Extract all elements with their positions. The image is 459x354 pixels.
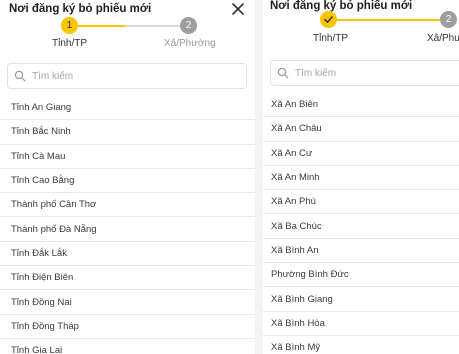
list-item[interactable]: Tỉnh Đắk Lắk bbox=[0, 242, 255, 267]
list-item[interactable]: Thành phố Đà Nẵng bbox=[0, 217, 255, 242]
list-item[interactable]: Tỉnh Cao Bằng bbox=[0, 169, 255, 194]
search-input[interactable] bbox=[32, 70, 246, 82]
list-item[interactable]: Xã Bình An bbox=[263, 239, 459, 264]
list-item[interactable]: Xã An Cư bbox=[263, 142, 459, 166]
step-2-circle[interactable]: 2 bbox=[180, 17, 197, 34]
close-button[interactable] bbox=[230, 1, 246, 17]
list-item[interactable]: Xã An Minh bbox=[263, 166, 459, 191]
list-item[interactable]: Tỉnh Gia Lai bbox=[0, 339, 255, 354]
modal-title: Nơi đăng ký bỏ phiếu mới bbox=[9, 3, 152, 15]
list-item[interactable]: Xã Bình Mỹ bbox=[263, 336, 459, 354]
ward-list: Xã An Biên Xã An Châu Xã An Cư Xã An Min… bbox=[263, 93, 459, 354]
list-item[interactable]: Tỉnh Đồng Tháp bbox=[0, 315, 255, 339]
modal-title: Nơi đăng ký bỏ phiếu mới bbox=[270, 0, 413, 12]
step-2-label: Xã/Phường bbox=[164, 38, 216, 49]
stepper-line-progress bbox=[387, 19, 440, 21]
province-list: Tỉnh An Giang Tỉnh Bắc Ninh Tỉnh Cà Mau … bbox=[0, 96, 255, 354]
step-1-label: Tỉnh/TP bbox=[313, 33, 349, 44]
screenshot-composite: Nơi đăng ký bỏ phiếu mới 1 2 Tỉnh/TP Xã/… bbox=[0, 0, 459, 354]
search-input[interactable] bbox=[295, 67, 459, 79]
list-item[interactable]: Xã An Biên bbox=[263, 93, 459, 118]
search-field[interactable] bbox=[270, 60, 459, 86]
search-field[interactable] bbox=[7, 63, 247, 89]
list-item[interactable]: Tỉnh An Giang bbox=[0, 96, 255, 121]
list-item[interactable]: Phường Bình Đức bbox=[263, 263, 459, 288]
list-item[interactable]: Xã Bình Hòa bbox=[263, 312, 459, 336]
list-item[interactable]: Xã An Phú bbox=[263, 190, 459, 215]
list-item[interactable]: Thành phố Cần Thơ bbox=[0, 193, 255, 218]
step-2-label: Xã/Phường bbox=[427, 33, 459, 44]
check-icon bbox=[324, 16, 333, 23]
list-item[interactable]: Tỉnh Đồng Nai bbox=[0, 290, 255, 315]
stepper-line bbox=[125, 25, 181, 27]
list-item[interactable]: Xã Bình Giang bbox=[263, 287, 459, 312]
close-icon bbox=[232, 3, 244, 15]
step-1-label: Tỉnh/TP bbox=[52, 38, 88, 49]
list-item[interactable]: Tỉnh Bắc Ninh bbox=[0, 120, 255, 145]
search-icon bbox=[14, 70, 26, 82]
list-item[interactable]: Tỉnh Điện Biên bbox=[0, 266, 255, 291]
list-item[interactable]: Xã Ba Chúc bbox=[263, 214, 459, 239]
list-item[interactable]: Xã An Châu bbox=[263, 117, 459, 142]
list-item[interactable]: Tỉnh Cà Mau bbox=[0, 145, 255, 169]
step-2-circle[interactable]: 2 bbox=[440, 11, 457, 28]
province-select-panel: Nơi đăng ký bỏ phiếu mới 1 2 Tỉnh/TP Xã/… bbox=[0, 0, 255, 354]
step-1-circle[interactable]: 1 bbox=[61, 17, 78, 34]
panel-separator bbox=[255, 0, 263, 354]
ward-select-panel: Nơi đăng ký bỏ phiếu mới 2 Tỉnh/TP Xã/Ph… bbox=[263, 0, 459, 354]
step-1-circle[interactable] bbox=[320, 11, 337, 28]
search-icon bbox=[277, 67, 289, 79]
